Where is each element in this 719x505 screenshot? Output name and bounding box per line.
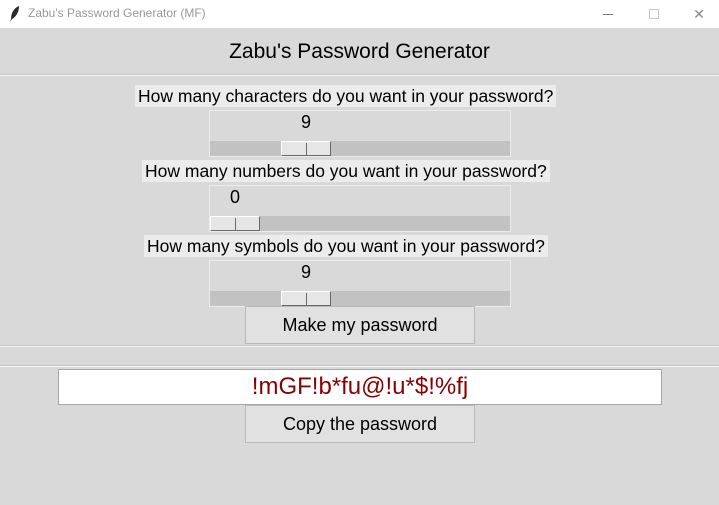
grip-icon xyxy=(306,293,307,305)
make-password-button[interactable]: Make my password xyxy=(245,306,475,344)
close-button[interactable]: ✕ xyxy=(676,0,719,28)
symbols-question-label: How many symbols do you want in your pas… xyxy=(144,235,548,257)
password-output-field[interactable]: !mGF!b*fu@!u*$!%fj xyxy=(58,369,662,405)
app-window-body: Zabu's Password Generator How many chara… xyxy=(0,28,719,505)
numbers-slider-value: 0 xyxy=(229,187,241,207)
characters-slider[interactable]: 9 xyxy=(209,110,511,157)
separator-middle xyxy=(0,345,719,347)
close-icon: ✕ xyxy=(693,5,705,22)
numbers-question-label: How many numbers do you want in your pas… xyxy=(142,160,550,182)
numbers-slider-thumb[interactable] xyxy=(210,216,260,231)
numbers-slider-trough[interactable] xyxy=(210,216,510,231)
window-title: Zabu's Password Generator (MF) xyxy=(28,6,206,20)
app-heading: Zabu's Password Generator xyxy=(229,40,490,63)
symbols-slider-thumb[interactable] xyxy=(281,291,331,306)
symbols-slider-trough[interactable] xyxy=(210,291,510,306)
grip-icon xyxy=(235,218,236,230)
characters-question-label: How many characters do you want in your … xyxy=(135,85,557,107)
separator-top xyxy=(0,74,719,76)
feather-icon xyxy=(8,5,22,23)
minimize-icon xyxy=(603,13,613,15)
symbols-slider[interactable]: 9 xyxy=(209,260,511,307)
characters-slider-value: 9 xyxy=(300,112,312,132)
separator-bottom xyxy=(0,365,719,367)
copy-password-button[interactable]: Copy the password xyxy=(245,405,475,443)
grip-icon xyxy=(306,143,307,155)
numbers-slider[interactable]: 0 xyxy=(209,185,511,232)
title-bar: Zabu's Password Generator (MF) ✕ xyxy=(0,0,719,28)
characters-slider-trough[interactable] xyxy=(210,141,510,156)
minimize-button[interactable] xyxy=(585,0,631,28)
characters-slider-thumb[interactable] xyxy=(281,141,331,156)
maximize-icon xyxy=(649,9,659,19)
symbols-slider-value: 9 xyxy=(300,262,312,282)
maximize-button[interactable] xyxy=(631,0,677,28)
